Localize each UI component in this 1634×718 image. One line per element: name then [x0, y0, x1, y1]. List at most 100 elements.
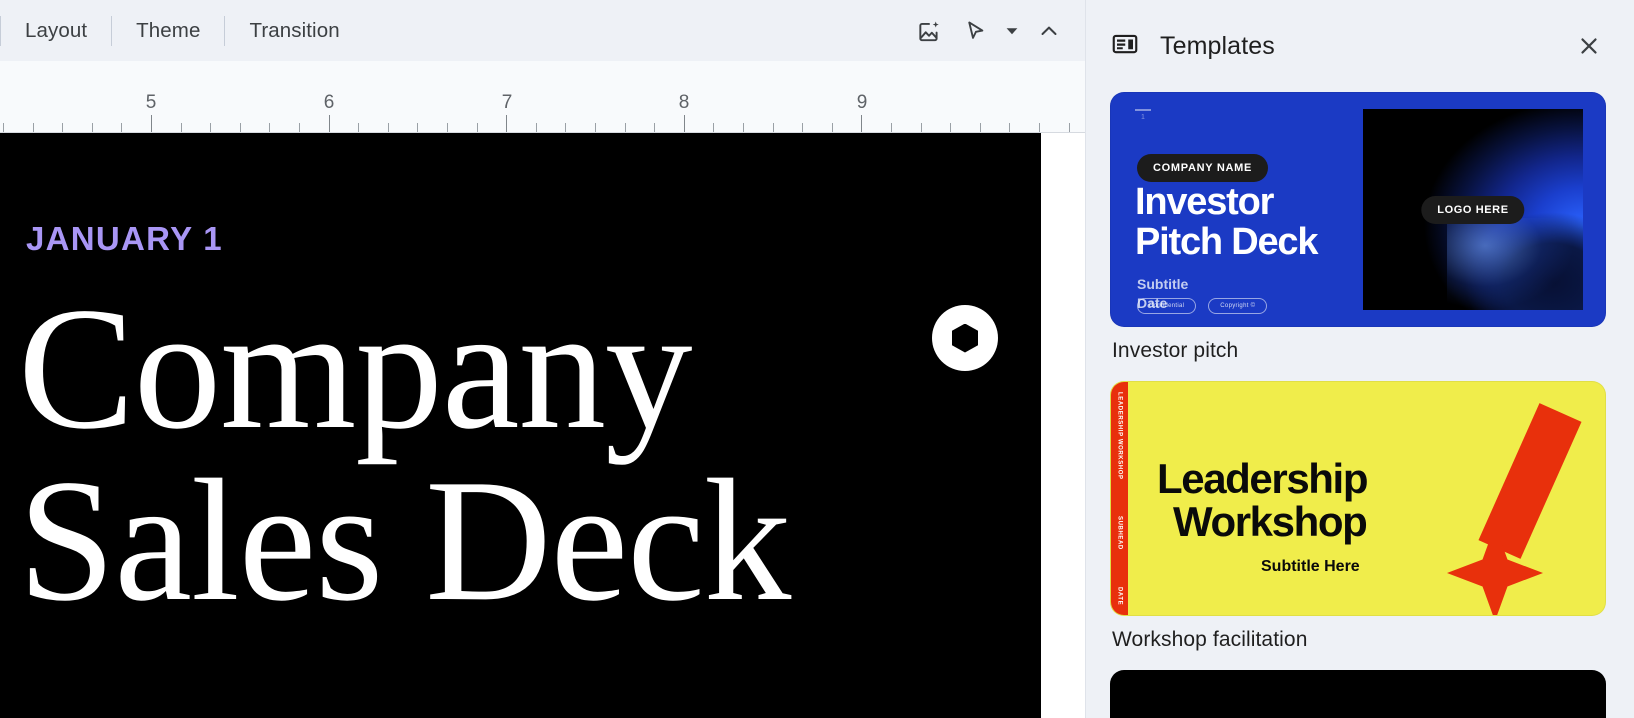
slide-title-line-1: Company: [18, 271, 693, 465]
ruler-tick-minor: [447, 123, 448, 132]
toolbar-item-layout[interactable]: Layout: [1, 0, 111, 61]
template-thumbnail-third[interactable]: [1110, 670, 1606, 718]
slide-title-line-2: Sales Deck: [18, 442, 791, 637]
ruler-tick-minor: [299, 123, 300, 132]
template-item-workshop-facilitation[interactable]: LEADERSHIP WORKSHOP SUBHEAD DATE Leaders…: [1110, 381, 1606, 652]
corner-number: 1: [1141, 113, 1145, 121]
slide-title[interactable]: Company Sales Deck: [18, 271, 1018, 637]
template-2-spine-top: LEADERSHIP WORKSHOP: [1116, 392, 1123, 480]
ruler-tick-minor: [121, 123, 122, 132]
template-1-title-line-2: Pitch Deck: [1135, 220, 1319, 263]
template-1-footer-pills: Confidential Copyright ©: [1137, 298, 1268, 314]
template-1-subtitle-line-1: Subtitle: [1137, 276, 1189, 292]
ruler-tick-minor: [713, 123, 714, 132]
template-1-title: Investor Pitch Deck: [1135, 181, 1319, 263]
slide[interactable]: JANUARY 1 Company Sales Deck: [0, 133, 1041, 718]
ruler-tick-minor: [92, 123, 93, 132]
slide-hexagon-badge-icon[interactable]: [932, 305, 998, 371]
ruler-tick-major: [861, 115, 862, 132]
corner-bar: [1135, 109, 1151, 111]
ruler-tick-minor: [33, 123, 34, 132]
ruler-tick-minor: [269, 123, 270, 132]
template-2-spine-mid: SUBHEAD: [1116, 516, 1123, 551]
top-toolbar: Layout Theme Transition: [0, 0, 1085, 61]
templates-panel: Templates 1 COMPANY NAME Investor Pitch …: [1085, 0, 1634, 718]
templates-panel-header: Templates: [1086, 0, 1634, 92]
template-label-investor-pitch: Investor pitch: [1112, 339, 1239, 362]
ruler-tick-minor: [358, 123, 359, 132]
template-2-subtitle: Subtitle Here: [1261, 558, 1360, 575]
ruler-tick-minor: [654, 123, 655, 132]
ruler-tick-minor: [210, 123, 211, 132]
ruler-tick-minor: [417, 123, 418, 132]
ruler-tick-minor: [1039, 123, 1040, 132]
template-2-title-line-2: Workshop: [1173, 497, 1368, 545]
template-thumbnail-workshop-facilitation[interactable]: LEADERSHIP WORKSHOP SUBHEAD DATE Leaders…: [1110, 381, 1606, 616]
template-2-title: Leadership Workshop: [1157, 455, 1595, 545]
template-1-title-line-1: Investor: [1135, 181, 1274, 223]
ruler-tick-minor: [3, 123, 4, 132]
template-2-spine: LEADERSHIP WORKSHOP SUBHEAD DATE: [1111, 382, 1128, 615]
toolbar-item-transition[interactable]: Transition: [225, 0, 363, 61]
template-2-title-line-1: Leadership: [1157, 455, 1368, 502]
editor-area: Layout Theme Transition 5 6 7 8 9 JANUAR…: [0, 0, 1085, 718]
ruler-tick-major: [329, 115, 330, 132]
template-1-left-pane: 1 COMPANY NAME Investor Pitch Deck Subti…: [1111, 93, 1363, 326]
ruler-tick-minor: [477, 123, 478, 132]
close-icon[interactable]: [1566, 23, 1612, 69]
ruler-tick-major: [506, 115, 507, 132]
ruler-tick-minor: [62, 123, 63, 132]
ruler-label: 8: [678, 92, 690, 113]
ruler-tick-minor: [832, 123, 833, 132]
slide-canvas-area: JANUARY 1 Company Sales Deck: [0, 133, 1085, 718]
hexagon-icon: [952, 323, 978, 353]
ruler-tick-minor: [181, 123, 182, 132]
ruler-label: 9: [856, 92, 868, 113]
ruler-tick-major: [151, 115, 152, 132]
horizontal-ruler[interactable]: 5 6 7 8 9: [0, 61, 1085, 133]
toolbar-actions: [907, 9, 1071, 53]
template-label-workshop-facilitation: Workshop facilitation: [1112, 628, 1308, 651]
ruler-tick-major: [684, 115, 685, 132]
chevron-down-icon[interactable]: [999, 9, 1025, 53]
ruler-label: 6: [323, 92, 335, 113]
ruler-tick-minor: [388, 123, 389, 132]
ruler-tick-minor: [773, 123, 774, 132]
ruler-tick-minor: [595, 123, 596, 132]
template-1-company-pill: COMPANY NAME: [1137, 154, 1269, 182]
template-thumbnail-investor-pitch[interactable]: 1 COMPANY NAME Investor Pitch Deck Subti…: [1110, 92, 1606, 327]
templates-list[interactable]: 1 COMPANY NAME Investor Pitch Deck Subti…: [1086, 92, 1634, 718]
ruler-tick-minor: [950, 123, 951, 132]
image-sparkle-icon[interactable]: [907, 9, 951, 53]
template-1-abstract-image: LOGO HERE: [1362, 109, 1583, 310]
ruler-label: 5: [145, 92, 157, 113]
ruler-tick-minor: [743, 123, 744, 132]
slide-eyebrow-text[interactable]: JANUARY 1: [26, 220, 223, 258]
template-2-spine-bottom: DATE: [1116, 586, 1123, 605]
ruler-tick-minor: [980, 123, 981, 132]
ruler-tick-minor: [921, 123, 922, 132]
ruler-tick-minor: [802, 123, 803, 132]
templates-panel-title: Templates: [1160, 31, 1275, 60]
ruler-label: 7: [501, 92, 513, 113]
toolbar-item-theme[interactable]: Theme: [112, 0, 224, 61]
templates-layout-icon: [1110, 29, 1140, 64]
ruler-tick-minor: [891, 123, 892, 132]
cursor-select-icon[interactable]: [953, 9, 997, 53]
template-item-investor-pitch[interactable]: 1 COMPANY NAME Investor Pitch Deck Subti…: [1110, 92, 1606, 363]
ruler-tick-minor: [565, 123, 566, 132]
template-1-pill-copyright: Copyright ©: [1208, 298, 1268, 314]
template-1-logo-pill: LOGO HERE: [1421, 195, 1525, 224]
ruler-tick-minor: [1009, 123, 1010, 132]
template-item-third[interactable]: [1110, 670, 1606, 718]
ruler-tick-minor: [625, 123, 626, 132]
templates-title-group: Templates: [1110, 29, 1275, 64]
presentation-editor-app: Layout Theme Transition 5 6 7 8 9 JANUAR…: [0, 0, 1634, 718]
template-1-corner-marker: 1: [1135, 109, 1151, 121]
template-1-pill-confidential: Confidential: [1137, 298, 1197, 314]
toolbar-menu-group: Layout Theme Transition: [0, 0, 364, 61]
chevron-up-icon[interactable]: [1027, 9, 1071, 53]
ruler-tick-minor: [536, 123, 537, 132]
template-1-right-pane: LOGO HERE: [1362, 93, 1605, 326]
ruler-tick-minor: [240, 123, 241, 132]
